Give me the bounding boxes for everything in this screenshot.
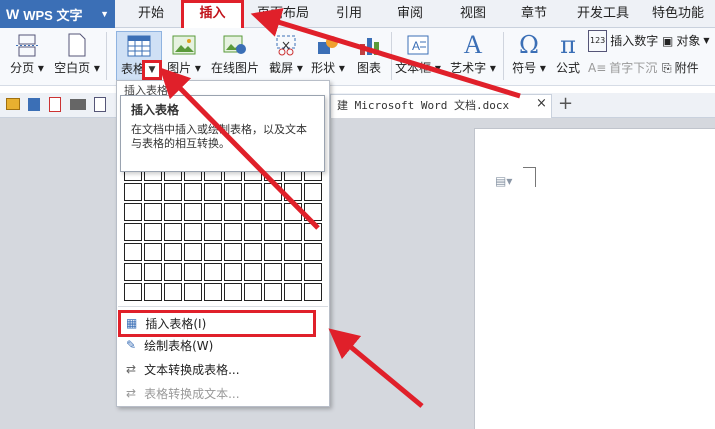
annotation-arrow: [250, 8, 521, 99]
annotation-arrow: [328, 328, 424, 408]
annotation-overlay: [159, 8, 521, 408]
annotation-arrow: [159, 67, 320, 230]
